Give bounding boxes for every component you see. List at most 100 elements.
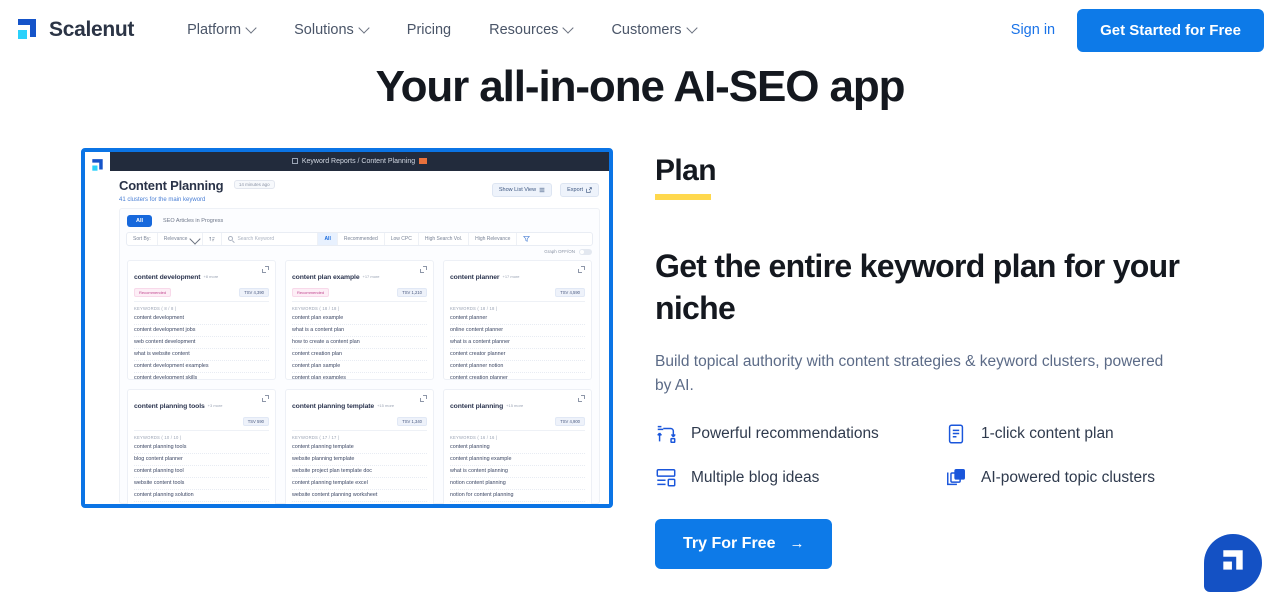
keyword-row: content planning example — [450, 454, 585, 466]
toggle-switch[interactable] — [579, 248, 592, 255]
nav-label: Customers — [611, 22, 682, 38]
card-title: content planning — [450, 402, 504, 410]
tsv-badge: TSV 4,390 — [239, 287, 269, 297]
expand-icon[interactable] — [262, 265, 269, 273]
tab-seo-articles-in-progress[interactable]: SEO Articles in Progress — [156, 215, 230, 227]
filter-chip-low-cpc[interactable]: Low CPC — [385, 232, 419, 245]
divider — [134, 300, 269, 302]
card-more-count: +8 more — [203, 273, 219, 279]
app-tabs: All SEO Articles in Progress — [120, 209, 599, 230]
scalenut-chat-icon — [1219, 547, 1247, 580]
keyword-cluster-card[interactable]: content development +8 more Recommended T… — [127, 259, 276, 380]
export-button[interactable]: Export — [560, 182, 599, 197]
nav-item-solutions[interactable]: Solutions — [275, 14, 388, 46]
report-icon — [291, 158, 298, 165]
header-actions: Sign in Get Started for Free — [1011, 8, 1264, 52]
keyword-row: content planning tool — [134, 466, 269, 478]
keyword-row: blog content planner — [134, 454, 269, 466]
chat-widget-button[interactable] — [1204, 534, 1262, 592]
keyword-row: content development examples — [134, 361, 269, 373]
feature-item-1-click-content-plan: 1-click content plan — [945, 423, 1225, 445]
get-started-button[interactable]: Get Started for Free — [1077, 8, 1264, 52]
keyword-cluster-card[interactable]: content planner +17 more TSV 4,590 KEYWOR… — [443, 259, 592, 380]
card-title: content planner — [450, 273, 500, 281]
keywords-label: KEYWORDS ( 18 / 18 ) — [292, 305, 340, 311]
app-body: Content Planning 14 minutes ago 41 clust… — [110, 170, 609, 504]
nav-item-resources[interactable]: Resources — [470, 14, 592, 46]
brand-name: Scalenut — [49, 18, 135, 41]
hero-title-before: Your — [375, 62, 480, 111]
keyword-row: content plan examples — [292, 373, 427, 379]
show-list-view-button[interactable]: Show List View — [491, 182, 553, 197]
sort-order-button[interactable] — [203, 232, 223, 245]
sort-by-select[interactable]: Relevance — [158, 232, 204, 245]
export-icon — [586, 187, 592, 193]
nav-label: Resources — [489, 22, 559, 38]
search-input[interactable]: Search Keyword — [222, 232, 319, 245]
expand-icon[interactable] — [578, 394, 585, 402]
app-header-actions: Show List View Export — [491, 177, 599, 197]
screenshot-frame: Keyword Reports / Content Planning Conte… — [81, 147, 613, 508]
recommended-badge: Recommended — [134, 287, 172, 297]
arrow-right-icon: → — [789, 535, 805, 553]
tab-all[interactable]: All — [127, 214, 153, 227]
keywords-label: KEYWORDS ( 10 / 10 ) — [134, 434, 182, 440]
keyword-row: content plan example — [292, 313, 427, 325]
nav-item-customers[interactable]: Customers — [592, 14, 715, 46]
app-logo-icon[interactable] — [90, 158, 105, 173]
nav-item-pricing[interactable]: Pricing — [388, 14, 470, 46]
nav-item-platform[interactable]: Platform — [168, 14, 275, 46]
expand-icon[interactable] — [420, 394, 427, 402]
tsv-badge: TSV 4,900 — [555, 416, 585, 426]
keyword-cluster-card[interactable]: content planning tools +3 more TSV 590 KE… — [127, 388, 276, 504]
copy-stack-icon — [945, 467, 967, 489]
breadcrumb: Keyword Reports / Content Planning — [301, 157, 416, 165]
keyword-cluster-card[interactable]: content planning +15 more TSV 4,900 KEYWO… — [443, 388, 592, 504]
section-subtext: Build topical authority with content str… — [655, 353, 1164, 394]
flag-icon — [419, 158, 428, 165]
eyebrow-label: Plan — [655, 153, 717, 187]
card-header: content plan example +17 more — [292, 265, 427, 284]
filter-chip-high-search-vol[interactable]: High Search Vol. — [419, 232, 470, 245]
card-more-count: +17 more — [362, 273, 380, 279]
hero-title-area: Your all-in-one AI-SEO app — [0, 61, 1280, 114]
filter-chip-all[interactable]: All — [318, 232, 338, 245]
chevron-down-icon — [360, 24, 369, 33]
card-header: content planning +15 more — [450, 394, 585, 413]
filter-chip-high-relevance[interactable]: High Relevance — [469, 232, 518, 245]
sort-label-text: Sort By: — [133, 235, 151, 242]
card-meta: TSV 1,340 — [292, 416, 427, 426]
app-sidebar — [85, 151, 110, 504]
expand-icon[interactable] — [578, 265, 585, 273]
feature-label: AI-powered topic clusters — [981, 468, 1156, 486]
expand-icon[interactable] — [262, 394, 269, 402]
brand-logo[interactable]: Scalenut — [14, 17, 134, 43]
card-more-count: +3 more — [207, 402, 223, 408]
sign-in-link[interactable]: Sign in — [1011, 22, 1055, 38]
expand-icon[interactable] — [420, 265, 427, 273]
card-title: content plan example — [292, 273, 360, 281]
card-meta: TSV 590 — [134, 416, 269, 426]
feature-item-ai-powered-topic-clusters: AI-powered topic clusters — [945, 467, 1225, 489]
tsv-badge: TSV 4,590 — [555, 287, 585, 297]
nav-label: Pricing — [406, 22, 452, 38]
feature-label: 1-click content plan — [981, 424, 1114, 442]
app-breadcrumb-bar: Keyword Reports / Content Planning — [110, 151, 609, 171]
chevron-down-icon — [191, 235, 196, 240]
tsv-badge: TSV 1,210 — [397, 287, 427, 297]
filter-button[interactable] — [517, 233, 536, 245]
keyword-cluster-card[interactable]: content planning template +15 more TSV 1,… — [285, 388, 434, 504]
keyword-row: website project plan template doc — [292, 466, 427, 478]
main-content: Keyword Reports / Content Planning Conte… — [0, 147, 1280, 569]
keyword-row: content creator planner — [450, 349, 585, 361]
filter-chip-recommended[interactable]: Recommended — [338, 232, 385, 245]
try-for-free-button[interactable]: Try For Free → — [655, 518, 833, 569]
keyword-cluster-card[interactable]: content plan example +17 more Recommended… — [285, 259, 434, 380]
chevron-down-icon — [247, 24, 256, 33]
keyword-row: content creation planner — [450, 373, 585, 379]
card-title: content planning template — [292, 402, 375, 410]
app-page-title: Content Planning — [119, 177, 224, 193]
keyword-row: what is a content planner — [450, 337, 585, 349]
card-meta: Recommended TSV 1,210 — [292, 287, 427, 297]
card-title: content development — [134, 273, 201, 281]
